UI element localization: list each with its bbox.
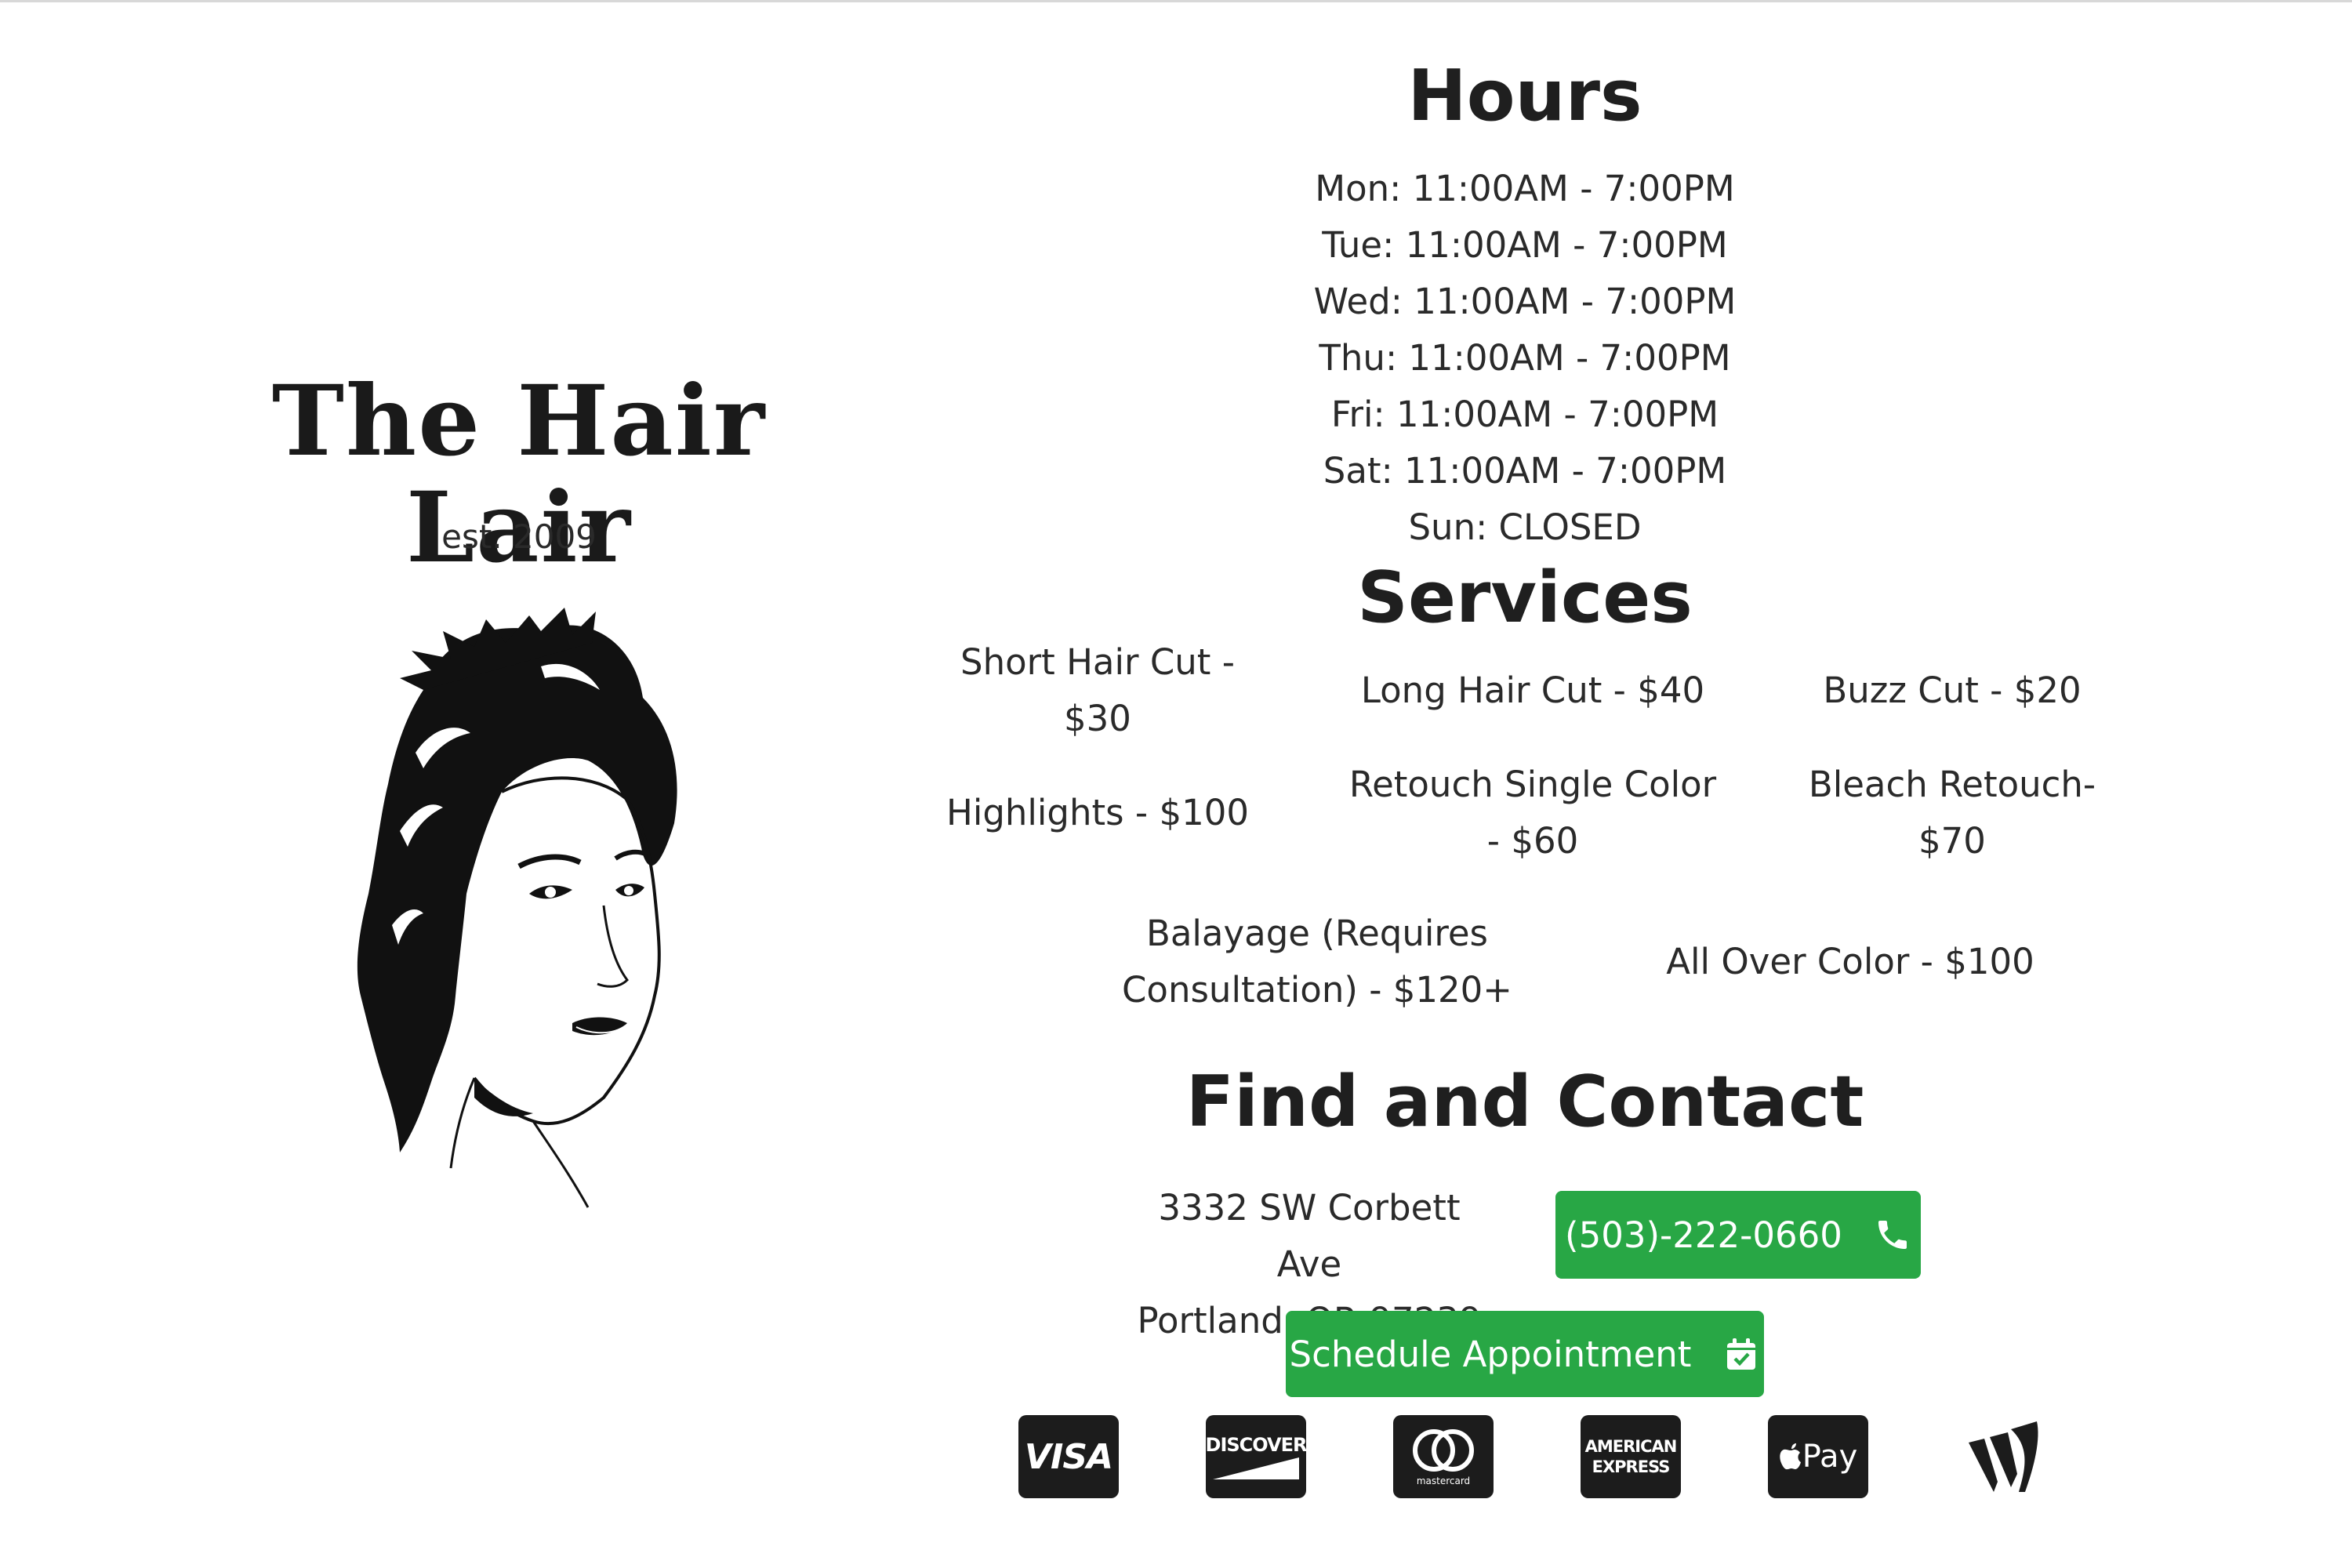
apple-logo-icon: [1780, 1443, 1801, 1470]
phone-icon: [1878, 1221, 1907, 1249]
service-item: Highlights - $100: [946, 792, 1249, 833]
service-item: Retouch Single Color - $60: [1348, 764, 1717, 862]
mastercard-label: mastercard: [1416, 1475, 1471, 1486]
hours-saturday: Sat: 11:00AM - 7:00PM: [1323, 450, 1727, 492]
discover-icon: DISCOVER: [1205, 1415, 1308, 1498]
top-divider: [0, 0, 2352, 2]
calendar-check-icon: [1727, 1338, 1756, 1370]
hours-wednesday: Wed: 11:00AM - 7:00PM: [1313, 281, 1737, 322]
schedule-appointment-button[interactable]: Schedule Appointment: [1286, 1311, 1764, 1397]
portrait-illustration: [357, 608, 677, 1208]
service-item: Buzz Cut - $20: [1823, 670, 2082, 711]
schedule-button-label: Schedule Appointment: [1289, 1333, 1692, 1375]
amex-line2: EXPRESS: [1592, 1457, 1671, 1476]
amex-icon: AMERICAN EXPRESS: [1581, 1415, 1681, 1498]
contact-heading: Find and Contact: [1185, 1061, 1864, 1143]
service-item: Long Hair Cut - $40: [1360, 670, 1705, 711]
amex-line1: AMERICAN: [1584, 1437, 1678, 1456]
service-item: Bleach Retouch- $70: [1808, 764, 2096, 862]
services-heading: Services: [1357, 557, 1693, 639]
hours-sunday: Sun: CLOSED: [1408, 506, 1642, 548]
apple-pay-label: Pay: [1802, 1439, 1858, 1475]
hours-friday: Fri: 11:00AM - 7:00PM: [1330, 394, 1719, 435]
venmo-icon: [1955, 1415, 2056, 1498]
address-street: 3332 SW Corbett Ave: [1158, 1187, 1461, 1285]
phone-button[interactable]: (503)-222-0660: [1555, 1191, 1921, 1279]
hours-heading: Hours: [1407, 55, 1642, 137]
hours-thursday: Thu: 11:00AM - 7:00PM: [1319, 337, 1731, 379]
discover-label: DISCOVER: [1205, 1434, 1308, 1456]
venmo-logo-icon: [1969, 1421, 2038, 1492]
service-item: Balayage (Requires Consultation) - $120+: [1122, 913, 1512, 1011]
visa-label: VISA: [1024, 1436, 1113, 1477]
visa-icon: VISA: [1018, 1415, 1119, 1498]
hours-monday: Mon: 11:00AM - 7:00PM: [1315, 168, 1735, 209]
apple-pay-icon: Pay: [1768, 1415, 1868, 1498]
hours-tuesday: Tue: 11:00AM - 7:00PM: [1322, 224, 1728, 266]
phone-button-label: (503)-222-0660: [1565, 1214, 1842, 1256]
hours-list: Mon: 11:00AM - 7:00PM Tue: 11:00AM - 7:0…: [925, 161, 2125, 556]
mastercard-circles-icon: [1413, 1429, 1474, 1472]
service-item: All Over Color - $100: [1666, 941, 2034, 982]
brand-established: est. 2009: [441, 517, 597, 556]
mastercard-icon: mastercard: [1393, 1415, 1494, 1498]
service-item: Short Hair Cut - $30: [960, 641, 1235, 739]
discover-swoosh-icon: [1213, 1457, 1299, 1479]
